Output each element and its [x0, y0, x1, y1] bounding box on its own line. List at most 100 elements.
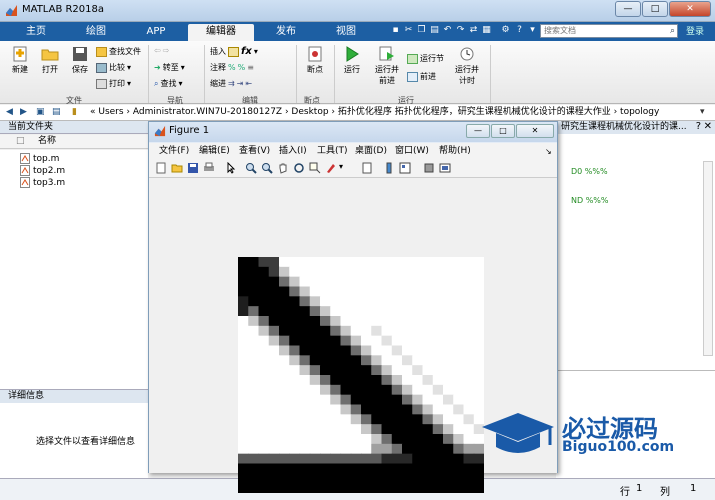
comment-icon[interactable]: %	[228, 63, 236, 72]
uncomment-icon[interactable]: %	[238, 63, 246, 72]
forward-arrow-icon[interactable]: ▶	[20, 105, 27, 120]
comment-button[interactable]: 注释 % % ≡	[210, 62, 254, 73]
link-plot-icon[interactable]	[361, 162, 373, 174]
advance-button[interactable]: 前进	[407, 71, 436, 82]
list-item[interactable]: top3.m	[20, 177, 65, 188]
pointer-icon[interactable]	[225, 162, 237, 174]
save-figure-icon[interactable]	[187, 162, 199, 174]
insert-dropdown-icon[interactable]: ▾	[254, 47, 258, 56]
list-item[interactable]: top.m	[20, 153, 59, 164]
quick-save-icon[interactable]: ▪	[390, 24, 401, 37]
tab-apps[interactable]: APP	[128, 24, 184, 41]
new-figure-icon[interactable]	[155, 162, 167, 174]
legend-icon[interactable]	[399, 162, 411, 174]
find-button[interactable]: ⌕ 查找 ▾	[154, 78, 183, 89]
print-button[interactable]: 打印 ▾	[96, 78, 131, 89]
figure-close-button[interactable]: ✕	[516, 124, 554, 138]
insert-button[interactable]: 插入 fx ▾	[210, 46, 258, 57]
up-folder-icon[interactable]: ▣	[36, 105, 45, 120]
goto-dropdown-icon[interactable]: ▾	[181, 63, 185, 72]
tab-editor[interactable]: 编辑器	[188, 24, 254, 41]
tab-plots[interactable]: 绘图	[68, 24, 124, 41]
menu-insert[interactable]: 插入(I)	[279, 144, 307, 159]
zoom-in-icon[interactable]	[245, 162, 257, 174]
panel-help-icon[interactable]: ?	[696, 121, 701, 132]
menu-dock-icon[interactable]: ↘	[545, 144, 552, 159]
run-section-button[interactable]: 运行节	[407, 53, 444, 64]
tab-publish[interactable]: 发布	[258, 24, 314, 41]
back-arrow-icon[interactable]: ◀	[6, 105, 13, 120]
indent-button[interactable]: 缩进 ⇉ ⇥ ⇤	[210, 78, 252, 89]
brush-dropdown-icon[interactable]: ▾	[339, 162, 351, 174]
back-arrow-icon[interactable]: ⇦	[154, 46, 161, 55]
figure-titlebar[interactable]: Figure 1 — □ ✕	[149, 122, 557, 142]
menu-file[interactable]: 文件(F)	[159, 144, 189, 159]
quick-undo-icon[interactable]: ↶	[442, 24, 453, 37]
open-file-icon[interactable]	[171, 162, 183, 174]
run-and-time-button[interactable]: 运行并 计时	[450, 46, 484, 86]
pan-hand-icon[interactable]	[277, 162, 289, 174]
close-button[interactable]: ✕	[669, 1, 711, 17]
save-button[interactable]: 保存	[66, 46, 94, 75]
decrease-indent-icon[interactable]: ⇤	[245, 79, 252, 88]
collapse-icon[interactable]: □	[16, 135, 25, 148]
help-dropdown-icon[interactable]: ▾	[527, 24, 538, 37]
help-icon[interactable]: ?	[514, 24, 525, 37]
new-button[interactable]: 新建	[6, 46, 34, 75]
find-dropdown-icon[interactable]: ▾	[178, 79, 182, 88]
open-button[interactable]: 打开	[36, 46, 64, 75]
path-dropdown-icon[interactable]: ▾	[700, 105, 705, 120]
tab-home[interactable]: 主页	[8, 24, 64, 41]
fx-icon[interactable]: fx	[241, 46, 252, 57]
figure-minimize-button[interactable]: —	[466, 124, 490, 138]
hide-plot-tools-icon[interactable]	[423, 162, 435, 174]
figure-maximize-button[interactable]: □	[491, 124, 515, 138]
menu-edit[interactable]: 编辑(E)	[199, 144, 230, 159]
search-icon[interactable]: ⌕	[670, 25, 675, 37]
quick-paste-icon[interactable]: ▤	[429, 24, 440, 37]
print-dropdown-icon[interactable]: ▾	[127, 79, 131, 88]
wrap-comment-icon[interactable]: ≡	[247, 63, 254, 72]
colorbar-icon[interactable]	[383, 162, 395, 174]
menu-desktop[interactable]: 桌面(D)	[355, 144, 387, 159]
quick-layout-icon[interactable]: ▦	[481, 24, 492, 37]
back-forward-buttons[interactable]: ⇦ ⇨	[154, 46, 169, 55]
tab-view[interactable]: 视图	[318, 24, 374, 41]
data-cursor-icon[interactable]	[309, 162, 321, 174]
minimize-button[interactable]: —	[615, 1, 641, 17]
community-icon[interactable]: ⚙	[500, 24, 511, 37]
browse-folder-icon[interactable]: ▤	[52, 105, 61, 120]
compare-button[interactable]: 比较 ▾	[96, 62, 131, 73]
quick-redo-icon[interactable]: ↷	[455, 24, 466, 37]
print-figure-icon[interactable]	[203, 162, 215, 174]
compare-dropdown-icon[interactable]: ▾	[127, 63, 131, 72]
menu-tools[interactable]: 工具(T)	[317, 144, 348, 159]
current-path[interactable]: « Users › Administrator.WIN7U-20180127Z …	[90, 105, 659, 120]
column-name[interactable]: 名称	[38, 135, 56, 148]
menu-window[interactable]: 窗口(W)	[395, 144, 429, 159]
run-button[interactable]: 运行	[338, 46, 366, 75]
zoom-out-icon[interactable]	[261, 162, 273, 174]
brush-icon[interactable]	[325, 162, 337, 174]
smart-indent-icon[interactable]: ⇉	[228, 79, 235, 88]
breakpoints-button[interactable]: 断点	[300, 46, 330, 75]
quick-copy-icon[interactable]: ❐	[416, 24, 427, 37]
find-files-button[interactable]: 查找文件	[96, 46, 141, 57]
show-plot-tools-icon[interactable]	[439, 162, 451, 174]
m-file-icon	[20, 177, 30, 188]
list-item[interactable]: top2.m	[20, 165, 65, 176]
login-link[interactable]: 登录	[686, 24, 704, 37]
run-and-advance-button[interactable]: 运行并 前进	[370, 46, 404, 86]
menu-view[interactable]: 查看(V)	[239, 144, 270, 159]
goto-button[interactable]: ➜ 转至 ▾	[154, 62, 185, 73]
search-docs-input[interactable]: 搜索文档 ⌕	[540, 24, 678, 38]
quick-cut-icon[interactable]: ✂	[403, 24, 414, 37]
increase-indent-icon[interactable]: ⇥	[237, 79, 244, 88]
editor-scrollbar[interactable]	[703, 161, 713, 356]
menu-help[interactable]: 帮助(H)	[439, 144, 471, 159]
maximize-button[interactable]: □	[642, 1, 668, 17]
rotate-3d-icon[interactable]	[293, 162, 305, 174]
quick-switch-icon[interactable]: ⇄	[468, 24, 479, 37]
panel-close-icon[interactable]: ✕	[704, 121, 712, 132]
forward-arrow-icon[interactable]: ⇨	[163, 46, 170, 55]
